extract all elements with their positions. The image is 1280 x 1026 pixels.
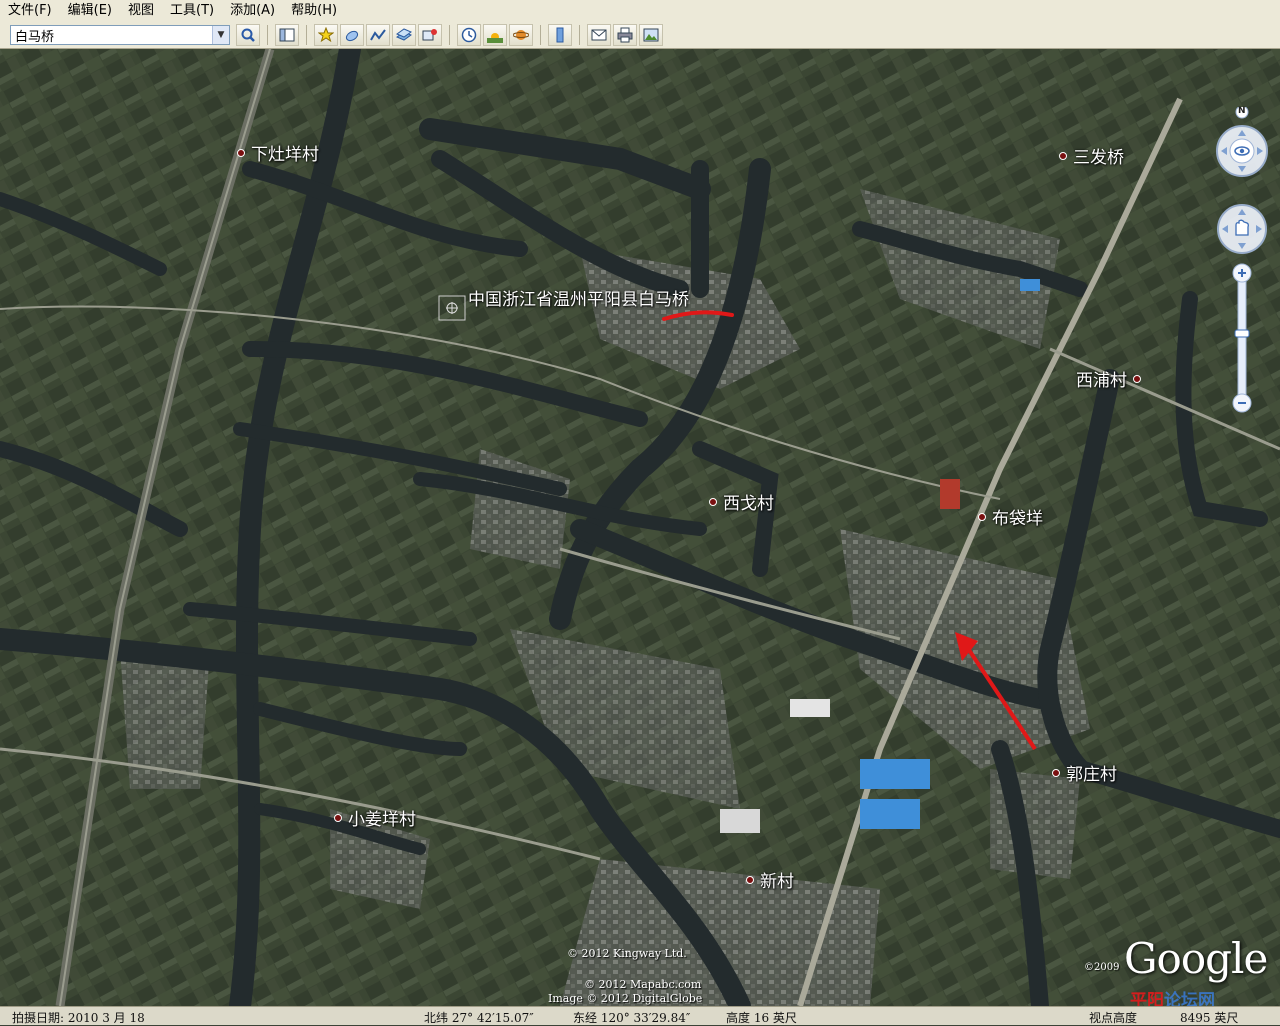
map-view[interactable]: 中国浙江省温州平阳县白马桥 下灶垟村 三发桥 西浦村 西戈村 布袋垟 郭庄村 小… xyxy=(0,49,1280,1006)
menu-view[interactable]: 视图 xyxy=(120,0,162,22)
placemark-dot-icon xyxy=(1133,374,1141,383)
eye-altitude-label: 视点高度 xyxy=(1089,1011,1138,1025)
toolbar: ▼ xyxy=(0,22,1280,49)
menu-bar: 文件(F) 编辑(E) 视图 工具(T) 添加(A) 帮助(H) xyxy=(0,0,1280,23)
compass-north-label: N xyxy=(1238,106,1246,116)
historical-imagery-icon xyxy=(461,27,477,43)
planets-button[interactable] xyxy=(509,24,533,46)
placemark-budaiyang[interactable]: 布袋垟 xyxy=(978,504,1043,529)
placemark-xigecun[interactable]: 西戈村 xyxy=(709,489,774,514)
placemark-dot-icon xyxy=(334,813,342,822)
satellite-imagery xyxy=(0,49,1280,1006)
menu-file[interactable]: 文件(F) xyxy=(0,0,60,22)
chevron-down-icon[interactable]: ▼ xyxy=(212,26,229,44)
email-button[interactable] xyxy=(587,24,611,46)
placemark-xipucun[interactable]: 西浦村 xyxy=(1076,366,1141,391)
placemark-dot-icon xyxy=(1052,768,1060,777)
overlay-icon xyxy=(396,28,412,41)
eye-altitude-value: 8495 英尺 xyxy=(1180,1011,1239,1025)
ruler-button[interactable] xyxy=(548,24,572,46)
toolbar-separator xyxy=(579,25,580,45)
toolbar-separator xyxy=(540,25,541,45)
navigation-controls: N xyxy=(1214,105,1270,413)
credit-kingway: © 2012 Kingway Ltd. xyxy=(567,947,687,960)
placemark-dot-icon xyxy=(1059,151,1067,160)
save-image-button[interactable] xyxy=(639,24,663,46)
sidebar-icon xyxy=(279,28,295,42)
planets-icon xyxy=(513,30,529,40)
search-button[interactable] xyxy=(236,24,260,46)
path-button[interactable] xyxy=(366,24,390,46)
overlay-button[interactable] xyxy=(392,24,416,46)
placemark-guozhuangcun[interactable]: 郭庄村 xyxy=(1052,760,1117,785)
tour-button[interactable] xyxy=(418,24,442,46)
email-icon xyxy=(591,29,607,41)
placemark-dot-icon xyxy=(978,512,986,521)
placemark-icon xyxy=(318,27,334,43)
menu-add[interactable]: 添加(A) xyxy=(222,0,283,22)
placemark-xiazaiyang[interactable]: 下灶垟村 xyxy=(237,140,319,165)
toolbar-separator xyxy=(267,25,268,45)
placemark-dot-icon xyxy=(237,148,245,157)
status-bar: 拍摄日期: 2010 3 月 18 北纬 27° 42′15.07″ 东经 12… xyxy=(0,1006,1280,1025)
print-icon xyxy=(617,27,633,43)
placemark-button[interactable] xyxy=(314,24,338,46)
longitude-readout: 东经 120° 33′29.84″ xyxy=(573,1011,691,1025)
menu-help[interactable]: 帮助(H) xyxy=(283,0,345,22)
search-icon xyxy=(241,28,255,42)
sunlight-icon xyxy=(487,33,503,43)
sunlight-button[interactable] xyxy=(483,24,507,46)
google-logo: Google xyxy=(1124,934,1268,983)
credit-digitalglobe: Image © 2012 DigitalGlobe xyxy=(548,992,703,1005)
hand-icon xyxy=(1235,219,1249,236)
look-control[interactable] xyxy=(1214,105,1270,187)
main-placemark-label[interactable]: 中国浙江省温州平阳县白马桥 xyxy=(468,285,689,310)
ruler-icon xyxy=(556,27,564,43)
search-combobox[interactable]: ▼ xyxy=(10,25,230,45)
imagery-date: 拍摄日期: 2010 3 月 18 xyxy=(12,1011,145,1025)
polygon-button[interactable] xyxy=(340,24,364,46)
toolbar-separator xyxy=(449,25,450,45)
placemark-xincun[interactable]: 新村 xyxy=(746,867,794,892)
elevation-readout: 高度 16 英尺 xyxy=(726,1011,797,1025)
latitude-readout: 北纬 27° 42′15.07″ xyxy=(424,1011,534,1025)
tour-icon xyxy=(422,29,437,41)
path-icon xyxy=(370,29,386,41)
menu-tools[interactable]: 工具(T) xyxy=(162,0,222,22)
zoom-slider-handle xyxy=(1234,329,1250,338)
move-control[interactable] xyxy=(1214,201,1270,257)
print-button[interactable] xyxy=(613,24,637,46)
placemark-sanfaqiao[interactable]: 三发桥 xyxy=(1059,143,1124,168)
placemark-xiaojiangyang[interactable]: 小姜垟村 xyxy=(334,805,416,830)
sidebar-button[interactable] xyxy=(275,24,299,46)
polygon-icon xyxy=(345,30,359,42)
placemark-dot-icon xyxy=(746,875,754,884)
placemark-dot-icon xyxy=(709,497,717,506)
save-image-icon xyxy=(643,28,659,42)
zoom-slider[interactable] xyxy=(1214,263,1270,413)
logo-year: ©2009 xyxy=(1084,962,1120,973)
historical-imagery-button[interactable] xyxy=(457,24,481,46)
credit-mapabc: © 2012 Mapabc.com xyxy=(584,978,702,991)
search-input[interactable] xyxy=(11,26,212,44)
toolbar-separator xyxy=(306,25,307,45)
menu-edit[interactable]: 编辑(E) xyxy=(60,0,120,22)
